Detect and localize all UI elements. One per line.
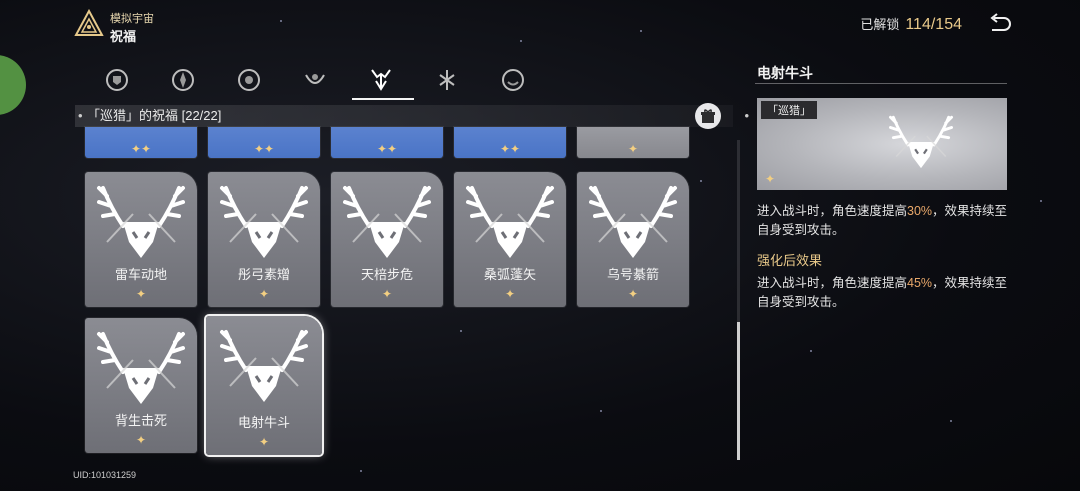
scrollbar-thumb[interactable] <box>737 322 740 460</box>
remembrance-icon <box>172 69 194 91</box>
blessing-card-partial[interactable]: ✦✦ <box>208 127 320 158</box>
rarity-stars: ✦ <box>135 287 147 301</box>
nihility-icon <box>238 69 260 91</box>
stag-icon <box>206 322 322 412</box>
tab-preservation[interactable] <box>84 62 150 98</box>
blessing-name: 彤弓素矰 <box>237 267 290 282</box>
blessing-name: 背生击死 <box>114 413 167 428</box>
rarity-stars: ✦ <box>135 433 147 447</box>
enhanced-description: 进入战斗时，角色速度提高45%，效果持续至自身受到攻击。 <box>757 274 1015 312</box>
blessing-card-partial[interactable]: ✦✦ <box>454 127 566 158</box>
stag-icon <box>454 178 566 268</box>
rarity-stars: ✦✦ <box>253 142 275 156</box>
stag-icon <box>885 110 957 174</box>
blessing-card-partial[interactable]: ✦✦ <box>331 127 443 158</box>
blessing-name: 天棓步危 <box>360 267 413 282</box>
tab-elation[interactable] <box>480 62 546 98</box>
stag-icon <box>331 178 443 268</box>
back-icon[interactable] <box>986 12 1014 36</box>
blessing-card[interactable]: 乌号綦箭 ✦ <box>577 172 689 307</box>
destruction-icon <box>439 70 455 90</box>
detail-title: 电射牛斗 <box>757 65 813 81</box>
desc-value: 45% <box>907 276 933 290</box>
tab-destruction[interactable] <box>414 62 480 98</box>
tab-the-hunt[interactable] <box>348 62 414 100</box>
unlock-counter: 已解锁 114/154 <box>860 14 962 34</box>
unlock-count: 114/154 <box>905 16 962 33</box>
blessing-section-header: • 「巡猎」的祝福 [22/22] • <box>75 105 749 127</box>
page-title: 祝福 <box>110 29 137 44</box>
rarity-stars: ✦ <box>258 435 270 449</box>
rarity-stars: ✦ <box>765 172 776 186</box>
rarity-stars: ✦ <box>627 287 639 301</box>
stag-icon <box>85 178 197 268</box>
blessing-card[interactable]: 天棓步危 ✦ <box>331 172 443 307</box>
rarity-stars: ✦ <box>627 142 639 156</box>
rarity-stars: ✦ <box>381 287 393 301</box>
the-hunt-icon <box>371 69 391 91</box>
detail-image: 「巡猎」 ✦ <box>757 98 1007 190</box>
blessing-card[interactable]: 桑弧蓬矢 ✦ <box>454 172 566 307</box>
unlock-label: 已解锁 <box>860 17 900 32</box>
blessing-card-partial[interactable]: ✦✦ <box>85 127 197 158</box>
blessing-card-partial[interactable]: ✦ <box>577 127 689 158</box>
blessing-name: 电射牛斗 <box>237 415 290 430</box>
rarity-stars: ✦✦ <box>376 142 398 156</box>
divider <box>755 83 1007 84</box>
rarity-stars: ✦✦ <box>499 142 521 156</box>
preservation-icon <box>106 69 128 91</box>
breadcrumb-mode: 模拟宇宙 <box>110 13 154 25</box>
blessing-card[interactable]: 彤弓素矰 ✦ <box>208 172 320 307</box>
blessing-card[interactable]: 背生击死 ✦ <box>85 318 197 453</box>
stag-icon <box>85 324 197 414</box>
stag-icon <box>577 178 689 268</box>
gift-button[interactable] <box>695 103 721 129</box>
simulated-universe-logo-icon <box>74 9 104 36</box>
rarity-stars: ✦ <box>258 287 270 301</box>
desc-text: 进入战斗时，角色速度提高 <box>757 204 908 218</box>
gift-icon <box>701 109 715 123</box>
path-tag: 「巡猎」 <box>761 101 817 119</box>
section-label: 「巡猎」的祝福 [22/22] <box>87 108 222 123</box>
uid-label: UID:101031259 <box>73 470 137 480</box>
rarity-stars: ✦ <box>504 287 516 301</box>
desc-value: 30% <box>907 204 933 218</box>
stag-icon <box>208 178 320 268</box>
tab-remembrance[interactable] <box>150 62 216 98</box>
tab-abundance[interactable] <box>282 62 348 98</box>
blessing-card[interactable]: 雷车动地 ✦ <box>85 172 197 307</box>
blessing-name: 乌号綦箭 <box>606 267 659 282</box>
blessing-name: 雷车动地 <box>114 267 167 282</box>
blessing-card-selected[interactable]: 电射牛斗 ✦ <box>206 316 322 455</box>
abundance-icon <box>305 74 325 84</box>
rarity-stars: ✦✦ <box>130 142 152 156</box>
blessing-name: 桑弧蓬矢 <box>483 267 536 282</box>
path-filter-tabs <box>84 62 546 100</box>
elation-icon <box>502 69 524 91</box>
side-panel-tab[interactable] <box>0 55 26 115</box>
blessing-description: 进入战斗时，角色速度提高30%，效果持续至自身受到攻击。 <box>757 202 1015 240</box>
enhanced-heading: 强化后效果 <box>757 253 823 268</box>
tab-nihility[interactable] <box>216 62 282 98</box>
desc-text: 进入战斗时，角色速度提高 <box>757 276 908 290</box>
